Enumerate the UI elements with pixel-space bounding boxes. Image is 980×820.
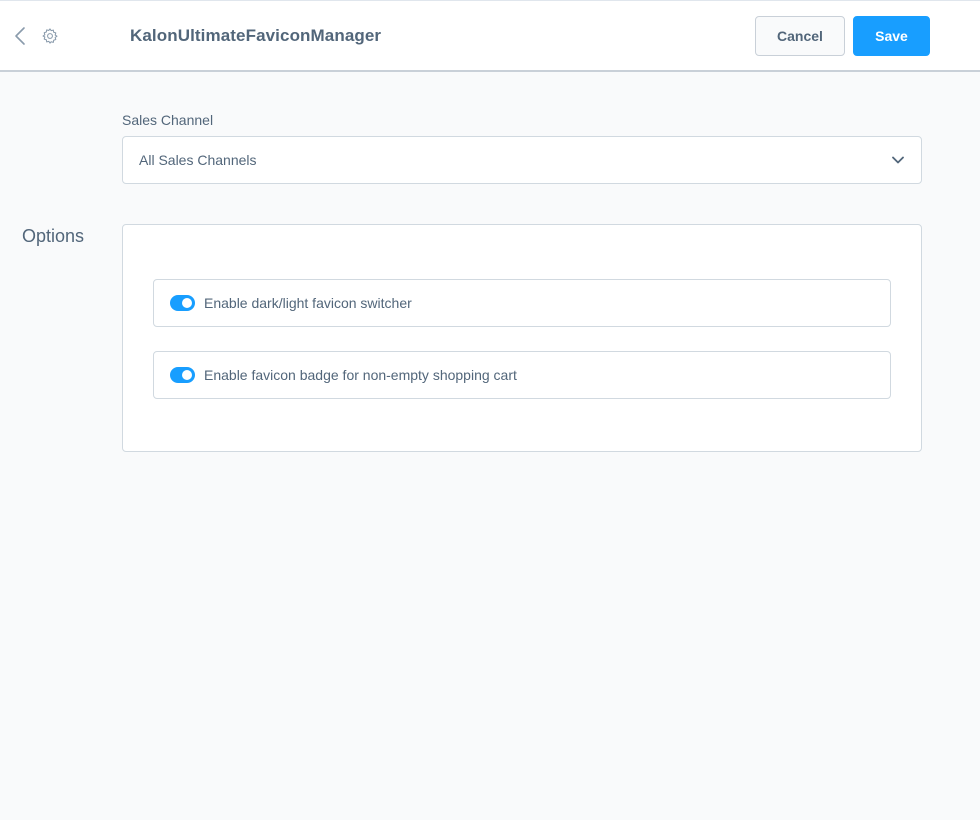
top-bar: KalonUltimateFaviconManager Cancel Save bbox=[0, 0, 980, 72]
option-row-dark-light-switcher: Enable dark/light favicon switcher bbox=[153, 279, 891, 327]
gear-icon[interactable] bbox=[40, 26, 60, 46]
options-card: Enable dark/light favicon switcher Enabl… bbox=[122, 224, 922, 452]
sales-channel-label: Sales Channel bbox=[122, 112, 214, 128]
dark-light-switcher-label: Enable dark/light favicon switcher bbox=[204, 295, 412, 311]
toggle-knob bbox=[182, 298, 192, 308]
save-button[interactable]: Save bbox=[853, 16, 930, 56]
sales-channel-selected-value: All Sales Channels bbox=[139, 152, 257, 168]
chevron-left-icon[interactable] bbox=[10, 25, 30, 47]
toggle-knob bbox=[182, 370, 192, 380]
options-section-title: Options bbox=[22, 226, 85, 246]
page-title: KalonUltimateFaviconManager bbox=[130, 26, 382, 45]
option-row-cart-badge: Enable favicon badge for non-empty shopp… bbox=[153, 351, 891, 399]
sales-channel-select[interactable]: All Sales Channels bbox=[122, 136, 922, 184]
cancel-button[interactable]: Cancel bbox=[755, 16, 845, 56]
cart-badge-label: Enable favicon badge for non-empty shopp… bbox=[204, 367, 517, 383]
dark-light-switcher-toggle[interactable] bbox=[170, 295, 195, 311]
cart-badge-toggle[interactable] bbox=[170, 367, 195, 383]
chevron-down-icon bbox=[891, 153, 905, 167]
